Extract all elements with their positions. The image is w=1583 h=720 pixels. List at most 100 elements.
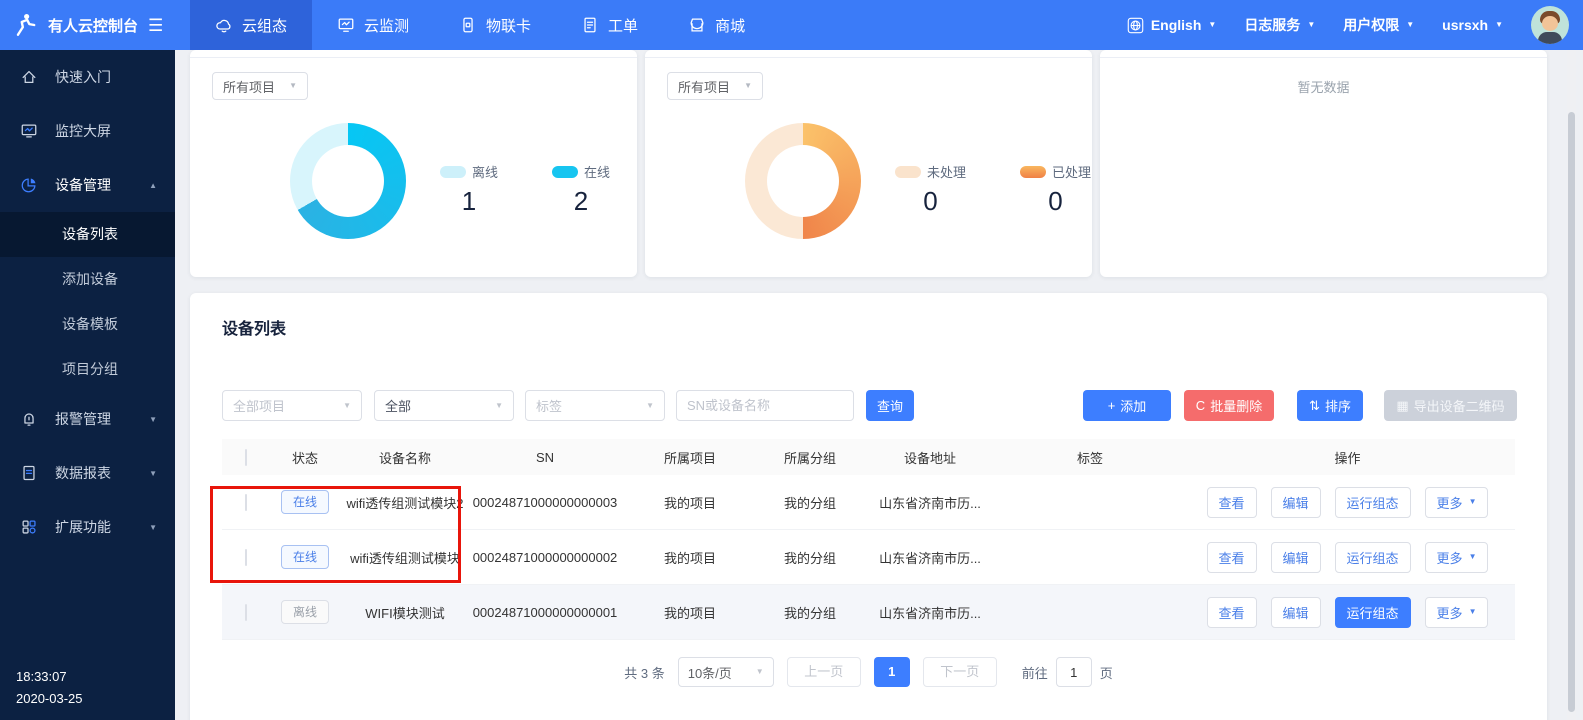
col-tag: 标签 [1000, 448, 1180, 467]
tab-cloud-monitor[interactable]: 云监测 [312, 0, 434, 50]
row-checkbox[interactable] [245, 549, 247, 566]
alarm-bell-icon [20, 410, 38, 428]
usr-logo-icon [12, 12, 38, 38]
edit-button[interactable]: 编辑 [1271, 597, 1321, 628]
legend-item-offline: 离线 1 [440, 162, 498, 217]
select-all-checkbox[interactable] [245, 449, 247, 466]
sidebar-item-alarm-management[interactable]: 报警管理 ▼ [0, 392, 175, 446]
goto-page: 前往 页 [1022, 657, 1113, 687]
sidebar-subitem-device-template[interactable]: 设备模板 [0, 302, 175, 347]
export-label: 导出设备二维码 [1414, 396, 1505, 415]
scrollbar-thumb[interactable] [1568, 112, 1575, 712]
run-scada-button[interactable]: 运行组态 [1335, 487, 1411, 518]
goto-page-input[interactable] [1056, 657, 1092, 687]
status-card-project-select[interactable]: 所有项目 ▼ [212, 72, 308, 100]
tab-cloud-scada[interactable]: 云组态 [190, 0, 312, 50]
search-input[interactable] [676, 390, 854, 421]
page-size-select[interactable]: 10条/页 ▼ [678, 657, 774, 687]
status-badge: 在线 [281, 490, 329, 514]
more-button[interactable]: 更多 ▼ [1425, 487, 1489, 518]
type-filter-select[interactable]: 全部 ▼ [374, 390, 514, 421]
avatar-face [1542, 16, 1558, 31]
sidebar-item-label: 设备管理 [55, 175, 111, 195]
status-badge: 在线 [281, 545, 329, 569]
sidebar-item-quick-start[interactable]: 快速入门 [0, 50, 175, 104]
selected-project-label: 所有项目 [678, 77, 730, 96]
card-divider [1100, 57, 1547, 58]
big-screen-icon [20, 122, 38, 140]
offline-swatch [440, 166, 466, 178]
device-address: 山东省济南市历... [860, 548, 1000, 567]
sidebar-item-data-reports[interactable]: 数据报表 ▼ [0, 446, 175, 500]
unprocessed-count: 0 [895, 186, 966, 217]
device-name: wifi透传组测试模块 [340, 548, 470, 567]
legend-item-processed: 已处理 0 [1020, 162, 1091, 217]
view-button[interactable]: 查看 [1207, 597, 1257, 628]
sidebar-subitem-device-list[interactable]: 设备列表 [0, 212, 175, 257]
alarm-donut-chart [745, 123, 861, 239]
device-project: 我的项目 [620, 493, 760, 512]
user-permission-label: 用户权限 [1343, 15, 1399, 35]
chevron-down-icon: ▼ [149, 523, 157, 532]
user-permission-menu[interactable]: 用户权限 ▼ [1343, 15, 1414, 35]
add-device-button[interactable]: + 添加 [1083, 390, 1171, 421]
row-checkbox[interactable] [245, 494, 247, 511]
sidebar-subitem-add-device[interactable]: 添加设备 [0, 257, 175, 302]
alarm-card-project-select[interactable]: 所有项目 ▼ [667, 72, 763, 100]
chevron-down-icon: ▼ [149, 469, 157, 478]
summary-cards: 所有项目 ▼ 离线 1 在线 2 所有项目 ▼ [190, 50, 1547, 277]
sim-card-icon [459, 16, 477, 34]
sidebar-item-label: 监控大屏 [55, 121, 111, 141]
chevron-down-icon: ▼ [1469, 553, 1477, 561]
tab-label: 物联卡 [486, 15, 531, 36]
language-switcher[interactable]: English ▼ [1127, 17, 1216, 34]
run-scada-button[interactable]: 运行组态 [1335, 542, 1411, 573]
avatar[interactable] [1531, 6, 1569, 44]
more-label: 更多 [1437, 493, 1463, 512]
tab-iot-card[interactable]: 物联卡 [434, 0, 556, 50]
export-qr-button[interactable]: ▦ 导出设备二维码 [1384, 390, 1517, 421]
query-button[interactable]: 查询 [866, 390, 914, 421]
type-filter-value: 全部 [385, 396, 411, 415]
table-header-row: 状态 设备名称 SN 所属项目 所属分组 设备地址 标签 操作 [222, 439, 1515, 475]
batch-delete-button[interactable]: C 批量删除 [1184, 390, 1274, 421]
next-page-button[interactable]: 下一页 [923, 657, 997, 687]
legend-item-unprocessed: 未处理 0 [895, 162, 966, 217]
project-filter-select[interactable]: 全部项目 ▼ [222, 390, 362, 421]
avatar-body [1538, 32, 1562, 44]
device-sn: 00024871000000000003 [470, 495, 620, 510]
sort-button[interactable]: ⇅ 排序 [1297, 390, 1363, 421]
more-button[interactable]: 更多 ▼ [1425, 542, 1489, 573]
qr-code-icon: ▦ [1396, 399, 1408, 412]
sidebar-item-extended-functions[interactable]: 扩展功能 ▼ [0, 500, 175, 554]
col-device-name: 设备名称 [340, 448, 470, 467]
view-button[interactable]: 查看 [1207, 487, 1257, 518]
sidebar-subitem-project-group[interactable]: 项目分组 [0, 347, 175, 392]
legend-label: 未处理 [927, 162, 966, 181]
sidebar-item-device-management[interactable]: 设备管理 ▲ [0, 158, 175, 212]
page-size-value: 10条/页 [688, 663, 732, 682]
goto-suffix: 页 [1100, 663, 1113, 682]
alarm-card: 所有项目 ▼ 未处理 0 已处理 0 [645, 50, 1092, 277]
tag-filter-select[interactable]: 标签 ▼ [525, 390, 665, 421]
monitor-icon [337, 16, 355, 34]
sidebar-item-label: 数据报表 [55, 463, 111, 483]
chevron-down-icon: ▼ [1469, 608, 1477, 616]
account-menu[interactable]: usrsxh ▼ [1442, 17, 1503, 33]
sidebar-item-monitor-screen[interactable]: 监控大屏 [0, 104, 175, 158]
menu-collapse-icon[interactable]: ☰ [148, 17, 163, 34]
row-checkbox[interactable] [245, 604, 247, 621]
view-button[interactable]: 查看 [1207, 542, 1257, 573]
edit-button[interactable]: 编辑 [1271, 487, 1321, 518]
col-address: 设备地址 [860, 448, 1000, 467]
edit-button[interactable]: 编辑 [1271, 542, 1321, 573]
log-service-menu[interactable]: 日志服务 ▼ [1244, 15, 1315, 35]
tab-mall[interactable]: 商城 [663, 0, 770, 50]
prev-page-button[interactable]: 上一页 [787, 657, 861, 687]
processed-count: 0 [1020, 186, 1091, 217]
run-scada-button[interactable]: 运行组态 [1335, 597, 1411, 628]
current-page-button[interactable]: 1 [874, 657, 910, 687]
tab-work-order[interactable]: 工单 [556, 0, 663, 50]
more-button[interactable]: 更多 ▼ [1425, 597, 1489, 628]
device-group: 我的分组 [760, 548, 860, 567]
